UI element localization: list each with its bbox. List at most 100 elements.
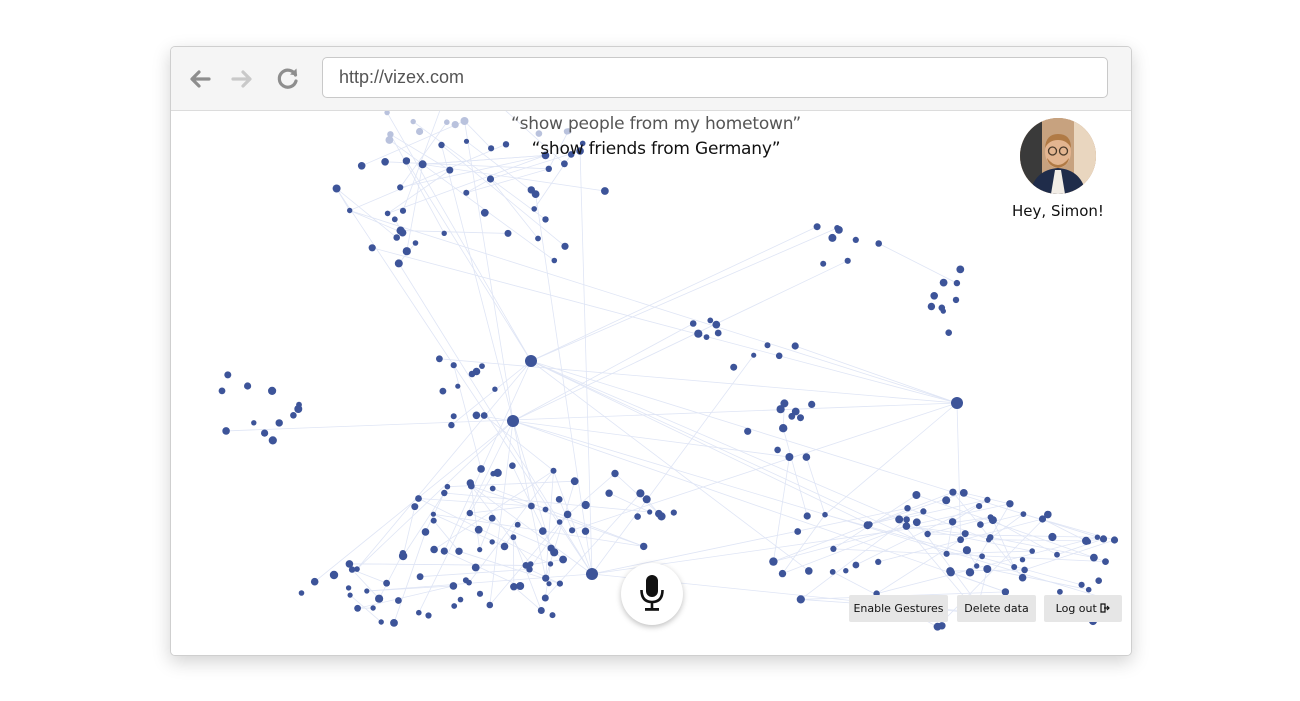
graph-node[interactable] (489, 485, 496, 492)
graph-node[interactable] (539, 527, 547, 535)
graph-node[interactable] (951, 397, 963, 409)
graph-node[interactable] (843, 568, 849, 574)
graph-node[interactable] (640, 542, 648, 551)
graph-node[interactable] (457, 596, 464, 603)
graph-node[interactable] (952, 296, 960, 304)
graph-node[interactable] (218, 387, 226, 395)
graph-node[interactable] (510, 534, 517, 541)
graph-node[interactable] (347, 592, 353, 598)
graph-node[interactable] (636, 489, 645, 498)
graph-node[interactable] (634, 513, 641, 520)
graph-node[interactable] (844, 257, 851, 264)
graph-node[interactable] (707, 317, 714, 324)
graph-node[interactable] (1021, 566, 1028, 574)
graph-node[interactable] (556, 519, 563, 525)
arrow-left-icon[interactable] (187, 66, 213, 92)
graph-node[interactable] (808, 400, 816, 408)
graph-node[interactable] (418, 160, 427, 169)
graph-node[interactable] (920, 508, 927, 515)
graph-node[interactable] (933, 622, 942, 631)
graph-node[interactable] (397, 184, 404, 191)
graph-node[interactable] (383, 579, 390, 587)
graph-node[interactable] (402, 247, 411, 256)
graph-node[interactable] (378, 619, 384, 625)
graph-node[interactable] (778, 569, 787, 578)
graph-node[interactable] (1029, 548, 1035, 554)
graph-node[interactable] (647, 509, 653, 515)
graph-node[interactable] (563, 510, 572, 519)
graph-node[interactable] (986, 537, 992, 543)
graph-node[interactable] (416, 573, 424, 581)
graph-node[interactable] (391, 216, 398, 223)
graph-node[interactable] (399, 550, 407, 557)
graph-node[interactable] (794, 528, 802, 535)
graph-node[interactable] (268, 386, 277, 395)
graph-node[interactable] (559, 555, 567, 564)
graph-node[interactable] (863, 521, 872, 530)
graph-node[interactable] (476, 590, 484, 597)
graph-node[interactable] (310, 577, 319, 586)
graph-node[interactable] (977, 521, 984, 528)
graph-node[interactable] (450, 413, 457, 420)
graph-node[interactable] (852, 236, 859, 243)
graph-node[interactable] (689, 320, 697, 327)
graph-node[interactable] (962, 546, 972, 555)
graph-node[interactable] (421, 528, 430, 536)
graph-node[interactable] (466, 479, 474, 487)
graph-node[interactable] (451, 603, 458, 609)
graph-node[interactable] (275, 419, 283, 427)
graph-node[interactable] (785, 453, 794, 461)
graph-node[interactable] (946, 567, 955, 576)
graph-node[interactable] (441, 230, 447, 236)
graph-node[interactable] (555, 496, 563, 503)
url-input[interactable] (322, 57, 1108, 98)
graph-node[interactable] (244, 382, 252, 390)
graph-node[interactable] (1102, 558, 1109, 565)
graph-node[interactable] (940, 308, 946, 314)
graph-node[interactable] (776, 405, 785, 414)
graph-node[interactable] (1038, 515, 1047, 523)
reload-icon[interactable] (275, 66, 301, 92)
graph-node[interactable] (448, 421, 455, 429)
graph-node[interactable] (948, 518, 957, 526)
graph-node[interactable] (983, 565, 992, 573)
graph-node[interactable] (712, 320, 721, 329)
graph-node[interactable] (569, 527, 576, 534)
graph-node[interactable] (416, 609, 422, 616)
graph-node[interactable] (471, 563, 480, 572)
graph-node[interactable] (474, 525, 483, 534)
graph-node[interactable] (949, 488, 957, 496)
graph-node[interactable] (472, 411, 481, 420)
graph-node[interactable] (251, 420, 257, 426)
graph-node[interactable] (581, 500, 590, 510)
graph-node[interactable] (1090, 553, 1098, 562)
graph-node[interactable] (489, 539, 495, 545)
graph-node[interactable] (670, 509, 677, 516)
graph-node[interactable] (268, 436, 277, 445)
graph-node[interactable] (802, 453, 811, 461)
graph-node[interactable] (1018, 573, 1027, 582)
graph-node[interactable] (480, 412, 488, 419)
graph-node[interactable] (829, 569, 836, 575)
graph-node[interactable] (904, 505, 911, 512)
graph-node[interactable] (542, 506, 549, 513)
graph-node[interactable] (368, 244, 376, 252)
graph-node[interactable] (455, 383, 461, 389)
microphone-button[interactable] (621, 563, 683, 625)
graph-node[interactable] (601, 187, 609, 195)
graph-node[interactable] (895, 515, 904, 524)
graph-node[interactable] (542, 216, 549, 223)
avatar[interactable] (1020, 118, 1096, 194)
graph-node[interactable] (764, 342, 771, 349)
delete-data-button[interactable]: Delete data (957, 595, 1036, 622)
graph-node[interactable] (480, 208, 489, 217)
graph-node[interactable] (961, 530, 969, 538)
graph-node[interactable] (834, 225, 841, 231)
graph-node[interactable] (979, 553, 985, 560)
graph-node[interactable] (779, 424, 788, 433)
graph-node[interactable] (805, 567, 813, 575)
graph-node[interactable] (828, 233, 837, 242)
graph-node[interactable] (290, 412, 297, 419)
graph-node[interactable] (364, 588, 370, 594)
graph-node[interactable] (466, 579, 472, 586)
